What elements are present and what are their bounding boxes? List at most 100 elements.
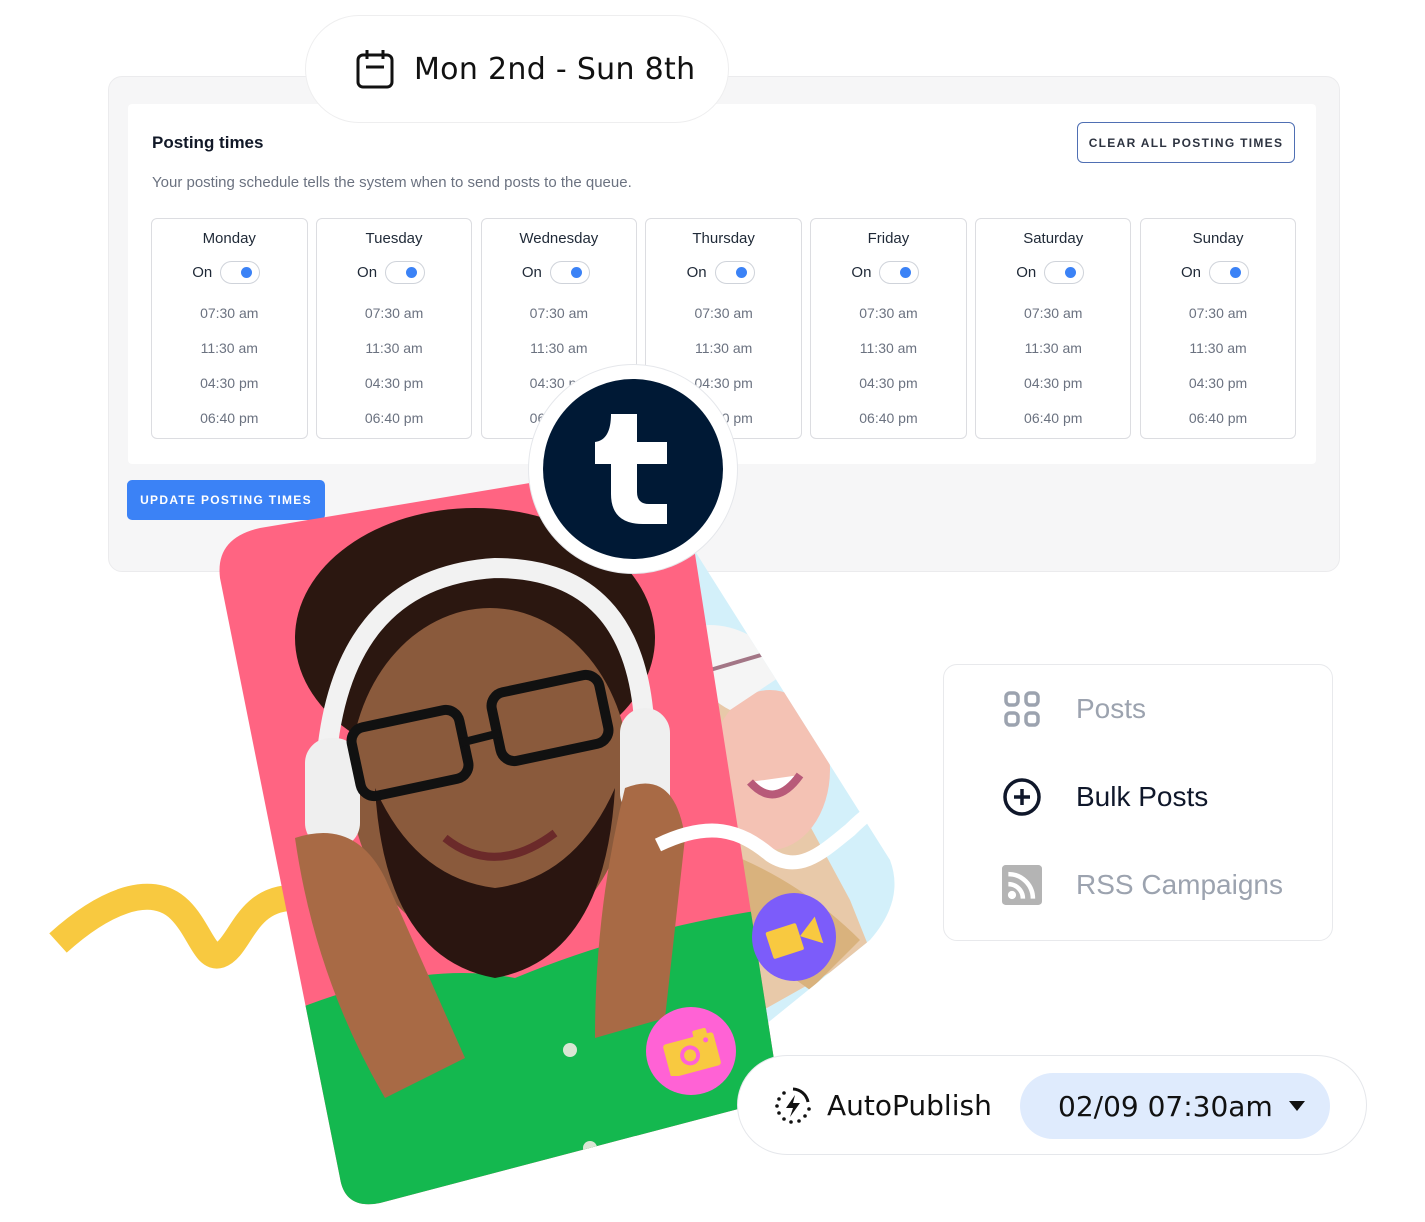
- toggle-label: On: [521, 264, 542, 281]
- time-slot-list: 07:30 am11:30 am04:30 pm06:40 pm: [365, 296, 423, 436]
- toggle-knob: [1065, 267, 1077, 278]
- day-toggle-row: On: [851, 261, 920, 284]
- time-slot[interactable]: 04:30 pm: [365, 366, 423, 401]
- publish-time-dropdown[interactable]: 02/09 07:30am: [1020, 1073, 1330, 1139]
- white-squiggle-decoration: [654, 793, 894, 870]
- yellow-squiggle-decoration: [49, 883, 340, 969]
- time-slot[interactable]: 11:30 am: [201, 331, 258, 366]
- camera-icon: [663, 1027, 721, 1076]
- toggle-label: On: [851, 264, 872, 281]
- day-toggle-row: On: [687, 261, 755, 284]
- toggle-knob: [241, 267, 253, 278]
- menu-item-rss-campaigns[interactable]: RSS Campaigns: [1002, 865, 1283, 905]
- dropdown-caret-icon: [1288, 1101, 1305, 1111]
- time-slot[interactable]: 06:40 pm: [200, 401, 258, 436]
- navigation-menu-card: Posts Bulk Posts RSS Campaigns: [943, 664, 1333, 941]
- time-slot[interactable]: 07:30 am: [694, 296, 752, 331]
- lightning-timer-icon: [775, 1087, 811, 1124]
- toggle-knob: [1230, 267, 1242, 278]
- day-card-monday: Monday On 07:30 am 11:30 am 04:30 pm 06:40 pm: [151, 218, 308, 439]
- day-enabled-toggle[interactable]: [714, 261, 755, 284]
- day-name: Thursday: [692, 230, 755, 247]
- toggle-knob: [735, 267, 747, 278]
- calendar-icon: [356, 50, 394, 89]
- toggle-knob: [900, 267, 912, 278]
- camera-badge: [646, 1007, 736, 1095]
- toggle-label: On: [1016, 264, 1037, 281]
- time-slot[interactable]: 11:30 am: [695, 331, 752, 366]
- day-toggle-row: On: [1181, 261, 1250, 284]
- toggle-label: On: [686, 264, 707, 281]
- day-toggle-row: On: [522, 261, 590, 284]
- time-slot-list: 07:30 am11:30 am04:30 pm06:40 pm: [1024, 296, 1082, 436]
- days-row: Monday On 07:30 am 11:30 am 04:30 pm 06:40 pm…: [151, 218, 1297, 439]
- time-slot[interactable]: 07:30 am: [365, 296, 423, 331]
- toggle-knob: [406, 267, 418, 278]
- time-slot[interactable]: 07:30 am: [200, 296, 258, 331]
- day-toggle-row: On: [1016, 261, 1085, 284]
- toggle-label: On: [192, 264, 213, 281]
- time-slot-list: 07:30 am11:30 am04:30 pm06:40 pm: [859, 296, 917, 436]
- autopublish-label: AutoPublish: [827, 1088, 992, 1122]
- time-slot[interactable]: 06:40 pm: [859, 401, 917, 436]
- day-card-tuesday: Tuesday On 07:30 am 11:30 am 04:30 pm 06:40 p…: [315, 218, 473, 439]
- time-slot[interactable]: 06:40 pm: [1189, 401, 1247, 436]
- time-slot[interactable]: 06:40 pm: [365, 401, 423, 436]
- time-slot[interactable]: 04:30 pm: [1024, 366, 1082, 401]
- publish-time-value: 02/09 07:30am: [1058, 1089, 1273, 1123]
- tumblr-logo-icon: [543, 379, 723, 559]
- menu-item-label: Posts: [1076, 693, 1147, 724]
- time-slot[interactable]: 11:30 am: [1189, 331, 1246, 366]
- day-name: Saturday: [1023, 230, 1084, 247]
- time-slot[interactable]: 07:30 am: [530, 296, 588, 331]
- day-enabled-toggle[interactable]: [549, 261, 590, 284]
- time-slot[interactable]: 11:30 am: [1025, 331, 1082, 366]
- day-toggle-row: On: [357, 261, 426, 284]
- time-slot[interactable]: 04:30 pm: [859, 366, 917, 401]
- section-title: Posting times: [152, 133, 264, 152]
- clear-all-posting-times-button[interactable]: CLEAR ALL POSTING TIMES: [1077, 122, 1295, 163]
- time-slot[interactable]: 04:30 pm: [1189, 366, 1247, 401]
- day-enabled-toggle[interactable]: [220, 261, 261, 284]
- time-slot[interactable]: 07:30 am: [859, 296, 917, 331]
- day-card-sunday: Sunday On 07:30 am 11:30 am 04:30 pm 06:40 pm: [1139, 218, 1297, 439]
- autopublish-pill: AutoPublish 02/09 07:30am: [737, 1055, 1367, 1155]
- time-slot[interactable]: 07:30 am: [1024, 296, 1082, 331]
- video-camera-badge: [752, 893, 836, 981]
- time-slot-list: 07:30 am11:30 am04:30 pm06:40 pm: [200, 296, 258, 436]
- day-name: Wednesday: [519, 230, 599, 247]
- day-name: Friday: [867, 230, 910, 247]
- day-card-friday: Friday On 07:30 am 11:30 am 04:30 pm 06:40 pm: [810, 218, 967, 439]
- toggle-label: On: [357, 264, 378, 281]
- time-slot[interactable]: 11:30 am: [530, 331, 587, 366]
- day-enabled-toggle[interactable]: [879, 261, 920, 284]
- day-enabled-toggle[interactable]: [1209, 261, 1250, 284]
- time-slot[interactable]: 11:30 am: [860, 331, 917, 366]
- menu-item-label: Bulk Posts: [1076, 781, 1209, 812]
- toggle-label: On: [1181, 264, 1202, 281]
- time-slot[interactable]: 06:40 pm: [1024, 401, 1082, 436]
- menu-item-posts[interactable]: Posts: [1002, 689, 1146, 729]
- day-toggle-row: On: [192, 261, 261, 284]
- date-range-pill[interactable]: Mon 2nd - Sun 8th: [305, 15, 729, 123]
- grid-icon: [1002, 689, 1042, 729]
- time-slot[interactable]: 11:30 am: [365, 331, 422, 366]
- day-enabled-toggle[interactable]: [385, 261, 426, 284]
- video-camera-icon: [765, 916, 824, 959]
- update-posting-times-button[interactable]: UPDATE POSTING TIMES: [127, 480, 325, 520]
- menu-item-label: RSS Campaigns: [1076, 869, 1283, 900]
- toggle-knob: [570, 267, 582, 278]
- date-range-label: Mon 2nd - Sun 8th: [414, 51, 696, 87]
- day-name: Monday: [202, 230, 256, 247]
- menu-item-bulk-posts[interactable]: Bulk Posts: [1002, 777, 1208, 817]
- day-name: Sunday: [1192, 230, 1244, 247]
- day-card-saturday: Saturday On 07:30 am 11:30 am 04:30 pm 06:40 …: [974, 218, 1132, 439]
- main-photo-card: [219, 458, 780, 1205]
- back-photo-card: [560, 540, 895, 1033]
- day-enabled-toggle[interactable]: [1044, 261, 1085, 284]
- day-name: Tuesday: [365, 230, 423, 247]
- plus-circle-icon: [1002, 777, 1042, 817]
- time-slot[interactable]: 07:30 am: [1189, 296, 1247, 331]
- section-description: Your posting schedule tells the system w…: [152, 174, 632, 191]
- time-slot[interactable]: 04:30 pm: [200, 366, 258, 401]
